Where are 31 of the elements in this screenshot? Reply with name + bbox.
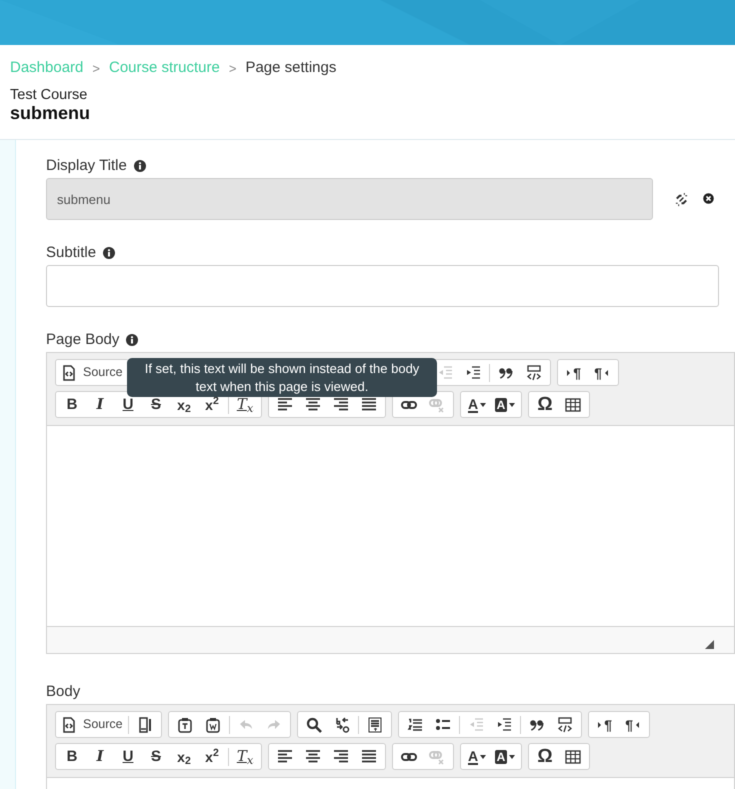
toolbar-button[interactable]: A: [463, 392, 491, 418]
toolbar-button[interactable]: A: [491, 392, 519, 418]
breadcrumb-separator: >: [92, 60, 100, 78]
breadcrumb-separator: >: [228, 60, 236, 78]
toolbar-button[interactable]: Source: [58, 360, 126, 386]
toolbar-button[interactable]: ¶: [588, 360, 616, 386]
field-label: Display Title: [46, 156, 127, 176]
toolbar-button[interactable]: T$_{x}$: [231, 744, 259, 770]
toolbar-button[interactable]: Ω: [531, 392, 559, 418]
toolbar-button[interactable]: U: [114, 744, 142, 770]
page-title: submenu: [10, 103, 92, 126]
toolbar-button[interactable]: B: [58, 392, 86, 418]
field-label: Subtitle: [46, 243, 96, 264]
tooltip: If set, this text will be shown instead of the body text when this page is viewed.: [127, 358, 437, 398]
toolbar-button[interactable]: ¶: [590, 712, 619, 738]
toolbar-button[interactable]: ¶: [560, 360, 588, 386]
toolbar-button[interactable]: A: [463, 744, 491, 770]
toolbar-button[interactable]: ¶: [618, 712, 647, 738]
toolbar-button[interactable]: x$^{2}$: [198, 744, 226, 770]
toolbar-button[interactable]: Ω: [531, 744, 559, 770]
toolbar-button[interactable]: I: [86, 744, 114, 770]
field-label: Body: [46, 682, 80, 702]
toolbar-button[interactable]: I: [86, 392, 114, 418]
course-name: Test Course: [10, 88, 88, 104]
breadcrumb-current: Page settings: [245, 58, 336, 78]
toolbar-button[interactable]: S: [142, 744, 170, 770]
toolbar-button[interactable]: B: [58, 744, 86, 770]
toolbar-button[interactable]: x$_{2}$: [170, 744, 198, 770]
toolbar-button[interactable]: A: [491, 744, 519, 770]
toolbar-button[interactable]: Source: [58, 712, 126, 738]
field-label: Page Body: [46, 330, 120, 350]
